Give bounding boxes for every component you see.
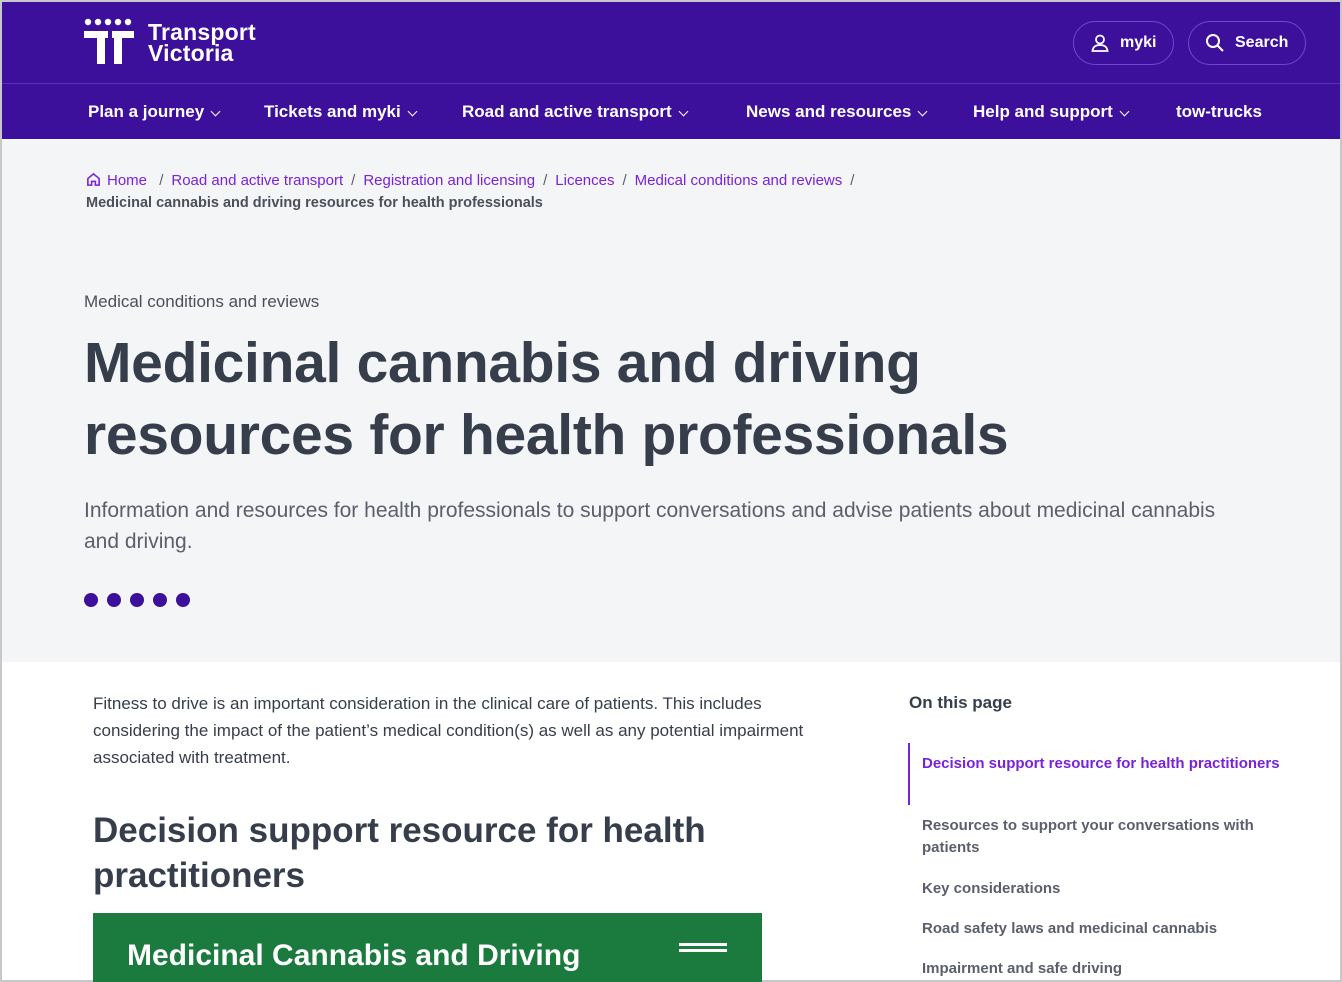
on-this-page-title: On this page [909,693,1012,712]
breadcrumb: Home / Road and active transport / Registra… [86,169,1086,215]
search-button[interactable]: Search [1188,21,1306,65]
page-lede: Information and resources for health pro… [84,499,1216,553]
transport-victoria-logo-icon [84,18,134,64]
breadcrumb-home[interactable]: Home [86,172,151,189]
breadcrumb-current: Medicinal cannabis and driving resources… [86,195,543,211]
myki-button[interactable]: myki [1073,21,1174,65]
intro-paragraph: Fitness to drive is an important conside… [93,694,804,767]
chevron-down-icon [917,106,928,116]
nav-tow-trucks[interactable]: tow-trucks [1176,102,1262,122]
nav-help-and-support[interactable]: Help and support [973,102,1130,122]
breadcrumb-medical-conditions[interactable]: Medical conditions and reviews [635,172,843,189]
search-label: Search [1235,34,1289,51]
breadcrumb-separator: / [159,172,164,189]
transport-victoria-logo[interactable]: Transport Victoria [84,18,256,66]
nav-tickets-and-myki[interactable]: Tickets and myki [264,102,418,122]
brand-line2: Victoria [148,40,234,66]
page-title: Medicinal cannabis and driving resources… [84,331,1009,467]
breadcrumb-separator: / [351,172,356,189]
toc-link-decision-support[interactable]: Decision support resource for health pra… [922,753,1302,775]
site-header: Transport Victoria myki Search [2,2,1340,84]
search-icon [1206,34,1224,52]
breadcrumb-separator: / [850,172,855,189]
toc-link-key-considerations[interactable]: Key considerations [922,878,1302,900]
chevron-down-icon [210,106,221,116]
nav-news-and-resources[interactable]: News and resources [746,102,928,122]
breadcrumb-registration-and-licensing[interactable]: Registration and licensing [363,172,535,189]
breadcrumb-separator: / [543,172,548,189]
chevron-down-icon [407,106,418,116]
nav-road-and-active-transport[interactable]: Road and active transport [462,102,689,122]
resource-banner[interactable]: Medicinal Cannabis and Driving [93,913,762,982]
toc-link-road-safety-laws[interactable]: Road safety laws and medicinal cannabis [922,918,1302,940]
myki-label: myki [1120,34,1157,51]
chevron-down-icon [678,106,689,116]
nav-plan-a-journey[interactable]: Plan a journey [88,102,221,122]
section-heading: Decision support resource for health pra… [93,811,706,895]
chevron-down-icon [1119,106,1130,116]
page-eyebrow: Medical conditions and reviews [84,292,320,311]
breadcrumb-separator: / [622,172,627,189]
brand-dots [84,593,190,607]
main-nav: Plan a journey Tickets and myki Road and… [2,84,1340,139]
banner-title: Medicinal Cannabis and Driving [127,939,581,972]
banner-logo-icon [679,943,727,955]
page-hero: Home / Road and active transport / Registra… [2,139,1340,662]
user-icon [1091,34,1109,52]
home-icon [87,172,100,186]
breadcrumb-road-and-active-transport[interactable]: Road and active transport [171,172,343,189]
breadcrumb-licences[interactable]: Licences [555,172,614,189]
toc-link-resources[interactable]: Resources to support your conversations … [922,815,1302,859]
active-indicator [908,743,910,805]
toc-link-impairment[interactable]: Impairment and safe driving [922,958,1302,980]
